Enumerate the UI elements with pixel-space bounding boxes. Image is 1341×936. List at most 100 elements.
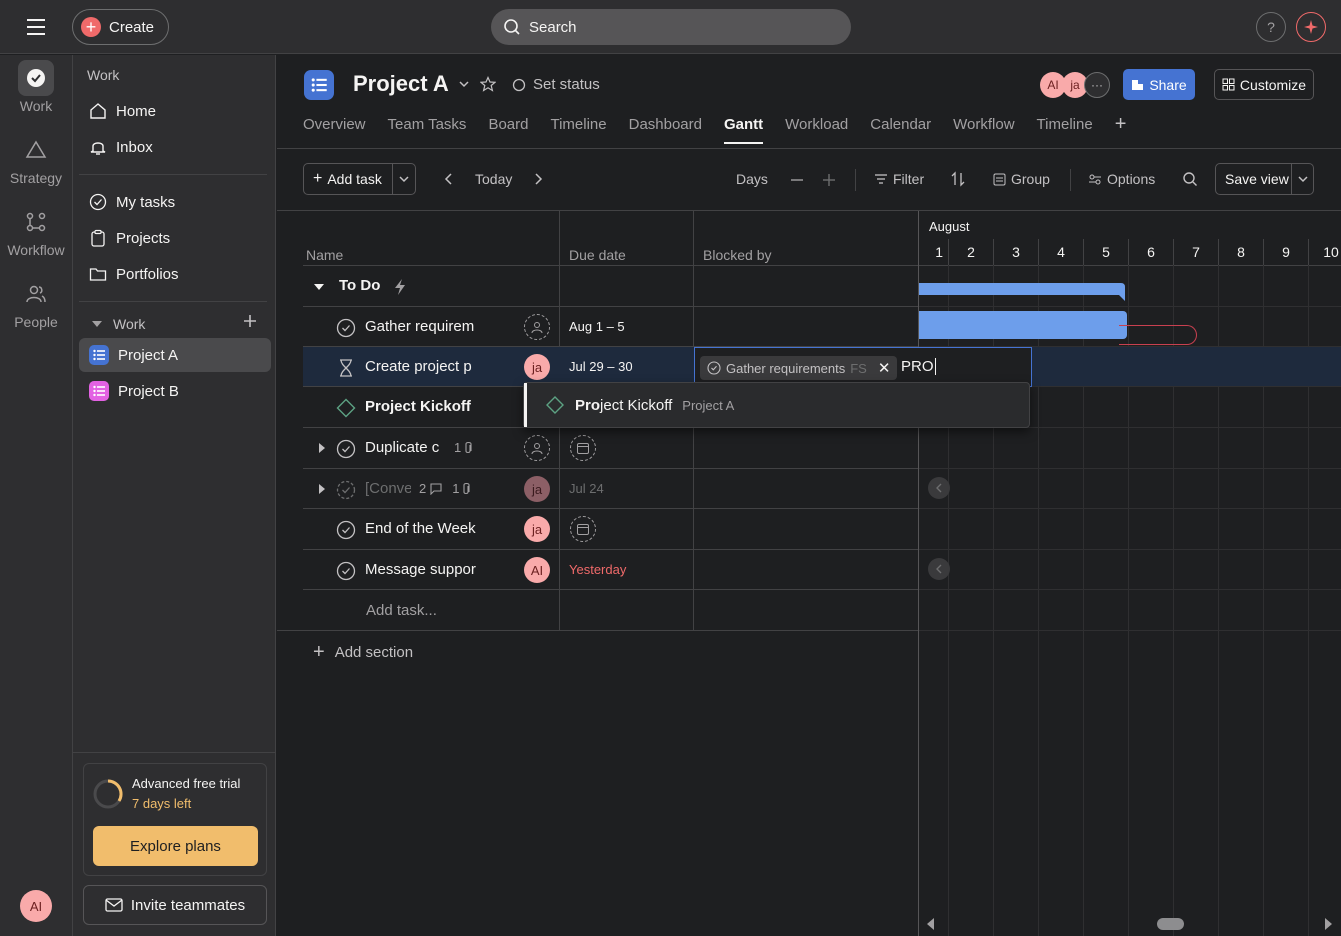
- search-icon[interactable]: [1182, 171, 1198, 187]
- table-row[interactable]: Duplicate c 1: [303, 428, 918, 468]
- tab-workload[interactable]: Workload: [785, 116, 848, 144]
- today-button[interactable]: Today: [475, 171, 512, 187]
- avatar[interactable]: AI: [524, 557, 550, 583]
- check-circle-icon[interactable]: [336, 561, 356, 581]
- user-avatar[interactable]: AI: [20, 890, 52, 922]
- sidebar-item-home[interactable]: Home: [79, 94, 271, 128]
- tab-workflow[interactable]: Workflow: [953, 116, 1014, 144]
- tab-board[interactable]: Board: [488, 116, 528, 144]
- next-chevron-icon[interactable]: [532, 172, 544, 186]
- horizontal-scrollbar-thumb[interactable]: [1157, 918, 1184, 930]
- filter-button[interactable]: Filter: [874, 171, 924, 187]
- rail-item-strategy[interactable]: Strategy: [0, 132, 72, 186]
- zoom-in-icon[interactable]: [822, 173, 836, 187]
- due-date[interactable]: Jul 24: [569, 481, 604, 496]
- invite-teammates-button[interactable]: Invite teammates: [83, 885, 267, 925]
- check-circle-dashed-icon[interactable]: [336, 480, 356, 500]
- check-circle-icon[interactable]: [336, 520, 356, 540]
- share-button[interactable]: Share: [1123, 69, 1195, 100]
- add-task-button[interactable]: + Add task: [303, 163, 416, 195]
- sidebar-item-portfolios[interactable]: Portfolios: [79, 257, 271, 291]
- task-name[interactable]: Duplicate c: [365, 439, 445, 456]
- sidebar-item-projects[interactable]: Projects: [79, 221, 271, 255]
- calendar-icon[interactable]: [570, 435, 596, 461]
- scroll-to-task-left-icon[interactable]: [928, 477, 950, 499]
- sidebar-item-inbox[interactable]: Inbox: [79, 130, 271, 164]
- add-task-inline[interactable]: Add task...: [366, 602, 437, 619]
- dependency-chip[interactable]: Gather requirements FS ✕: [700, 356, 898, 380]
- project-menu-chevron-icon[interactable]: [458, 78, 470, 90]
- due-date[interactable]: Jul 29 – 30: [569, 359, 633, 374]
- caret-down-icon[interactable]: [313, 281, 325, 293]
- gantt-section-bar[interactable]: [919, 283, 1127, 303]
- tab-dashboard[interactable]: Dashboard: [629, 116, 702, 144]
- set-status-button[interactable]: Set status: [512, 76, 600, 93]
- table-row[interactable]: Message suppor AI Yesterday: [303, 550, 918, 590]
- tab-team-tasks[interactable]: Team Tasks: [388, 116, 467, 144]
- scroll-to-task-left-icon[interactable]: [928, 558, 950, 580]
- task-name[interactable]: Create project p: [365, 358, 479, 375]
- tab-timeline-2[interactable]: Timeline: [1037, 116, 1093, 144]
- lightning-icon[interactable]: [393, 278, 407, 296]
- caret-right-icon[interactable]: [318, 442, 326, 454]
- sidebar-item-project-a[interactable]: Project A: [79, 338, 271, 372]
- suggestion-item[interactable]: Project Kickoff Project A: [524, 383, 1029, 427]
- table-row[interactable]: [Conve 2 1 ja Jul 24: [303, 469, 918, 509]
- options-button[interactable]: Options: [1088, 171, 1155, 187]
- create-button[interactable]: + Create: [72, 9, 169, 45]
- tab-timeline[interactable]: Timeline: [550, 116, 606, 144]
- add-tab-plus-icon[interactable]: +: [1115, 114, 1127, 144]
- check-circle-icon[interactable]: [336, 439, 356, 459]
- caret-right-icon[interactable]: [318, 483, 326, 495]
- chevron-down-icon[interactable]: [1297, 173, 1309, 185]
- sidebar-item-my-tasks[interactable]: My tasks: [79, 185, 271, 219]
- calendar-icon[interactable]: [570, 516, 596, 542]
- unassigned-avatar-icon[interactable]: [524, 435, 550, 461]
- table-row[interactable]: End of the Week ja: [303, 509, 918, 549]
- gantt-task-bar[interactable]: [919, 311, 1127, 339]
- milestone-diamond-icon[interactable]: [336, 398, 356, 418]
- scroll-left-arrow-icon[interactable]: [925, 917, 935, 931]
- task-name[interactable]: [Conve: [365, 480, 411, 497]
- explore-plans-button[interactable]: Explore plans: [93, 826, 258, 866]
- tab-gantt[interactable]: Gantt: [724, 116, 764, 144]
- due-date-overdue[interactable]: Yesterday: [569, 562, 626, 577]
- task-name[interactable]: Message suppor: [365, 561, 479, 578]
- search-input[interactable]: Search: [491, 9, 851, 45]
- add-task-main[interactable]: + Add task: [304, 164, 393, 194]
- table-row[interactable]: Gather requirem Aug 1 – 5: [303, 307, 918, 347]
- ai-sparkle-button[interactable]: [1296, 12, 1326, 42]
- scroll-right-arrow-icon[interactable]: [1324, 917, 1334, 931]
- help-button[interactable]: ?: [1256, 12, 1286, 42]
- save-view-label[interactable]: Save view: [1216, 164, 1292, 194]
- unassigned-avatar-icon[interactable]: [524, 314, 550, 340]
- rail-item-workflow[interactable]: Workflow: [0, 204, 72, 258]
- avatar[interactable]: ja: [524, 354, 550, 380]
- member-avatars[interactable]: AI ja ···: [1040, 72, 1110, 98]
- sort-icon[interactable]: [951, 171, 965, 187]
- hourglass-icon[interactable]: [336, 358, 356, 378]
- blocked-by-input[interactable]: Gather requirements FS ✕ PRO: [694, 347, 1032, 387]
- task-name[interactable]: Gather requirem: [365, 318, 479, 335]
- rail-item-work[interactable]: Work: [0, 60, 72, 114]
- chevron-down-icon[interactable]: [398, 173, 410, 185]
- previous-chevron-icon[interactable]: [443, 172, 455, 186]
- zoom-out-icon[interactable]: [790, 173, 804, 187]
- section-title[interactable]: To Do: [339, 277, 380, 294]
- group-button[interactable]: Group: [993, 171, 1050, 187]
- star-icon[interactable]: [480, 76, 496, 92]
- hamburger-menu-icon[interactable]: [20, 14, 52, 40]
- column-header-name[interactable]: Name: [306, 247, 343, 263]
- add-project-button[interactable]: [242, 313, 258, 329]
- remove-dependency-close-icon[interactable]: ✕: [878, 359, 891, 377]
- task-name[interactable]: Project Kickoff: [365, 398, 515, 415]
- task-name[interactable]: End of the Week: [365, 520, 479, 537]
- sidebar-section-work[interactable]: Work: [91, 316, 145, 332]
- add-section-button[interactable]: + Add section: [313, 641, 413, 664]
- column-header-due-date[interactable]: Due date: [569, 247, 626, 263]
- sidebar-item-project-b[interactable]: Project B: [79, 374, 271, 408]
- customize-button[interactable]: Customize: [1214, 69, 1314, 100]
- due-date[interactable]: Aug 1 – 5: [569, 319, 625, 334]
- avatar[interactable]: ja: [524, 516, 550, 542]
- tab-overview[interactable]: Overview: [303, 116, 366, 144]
